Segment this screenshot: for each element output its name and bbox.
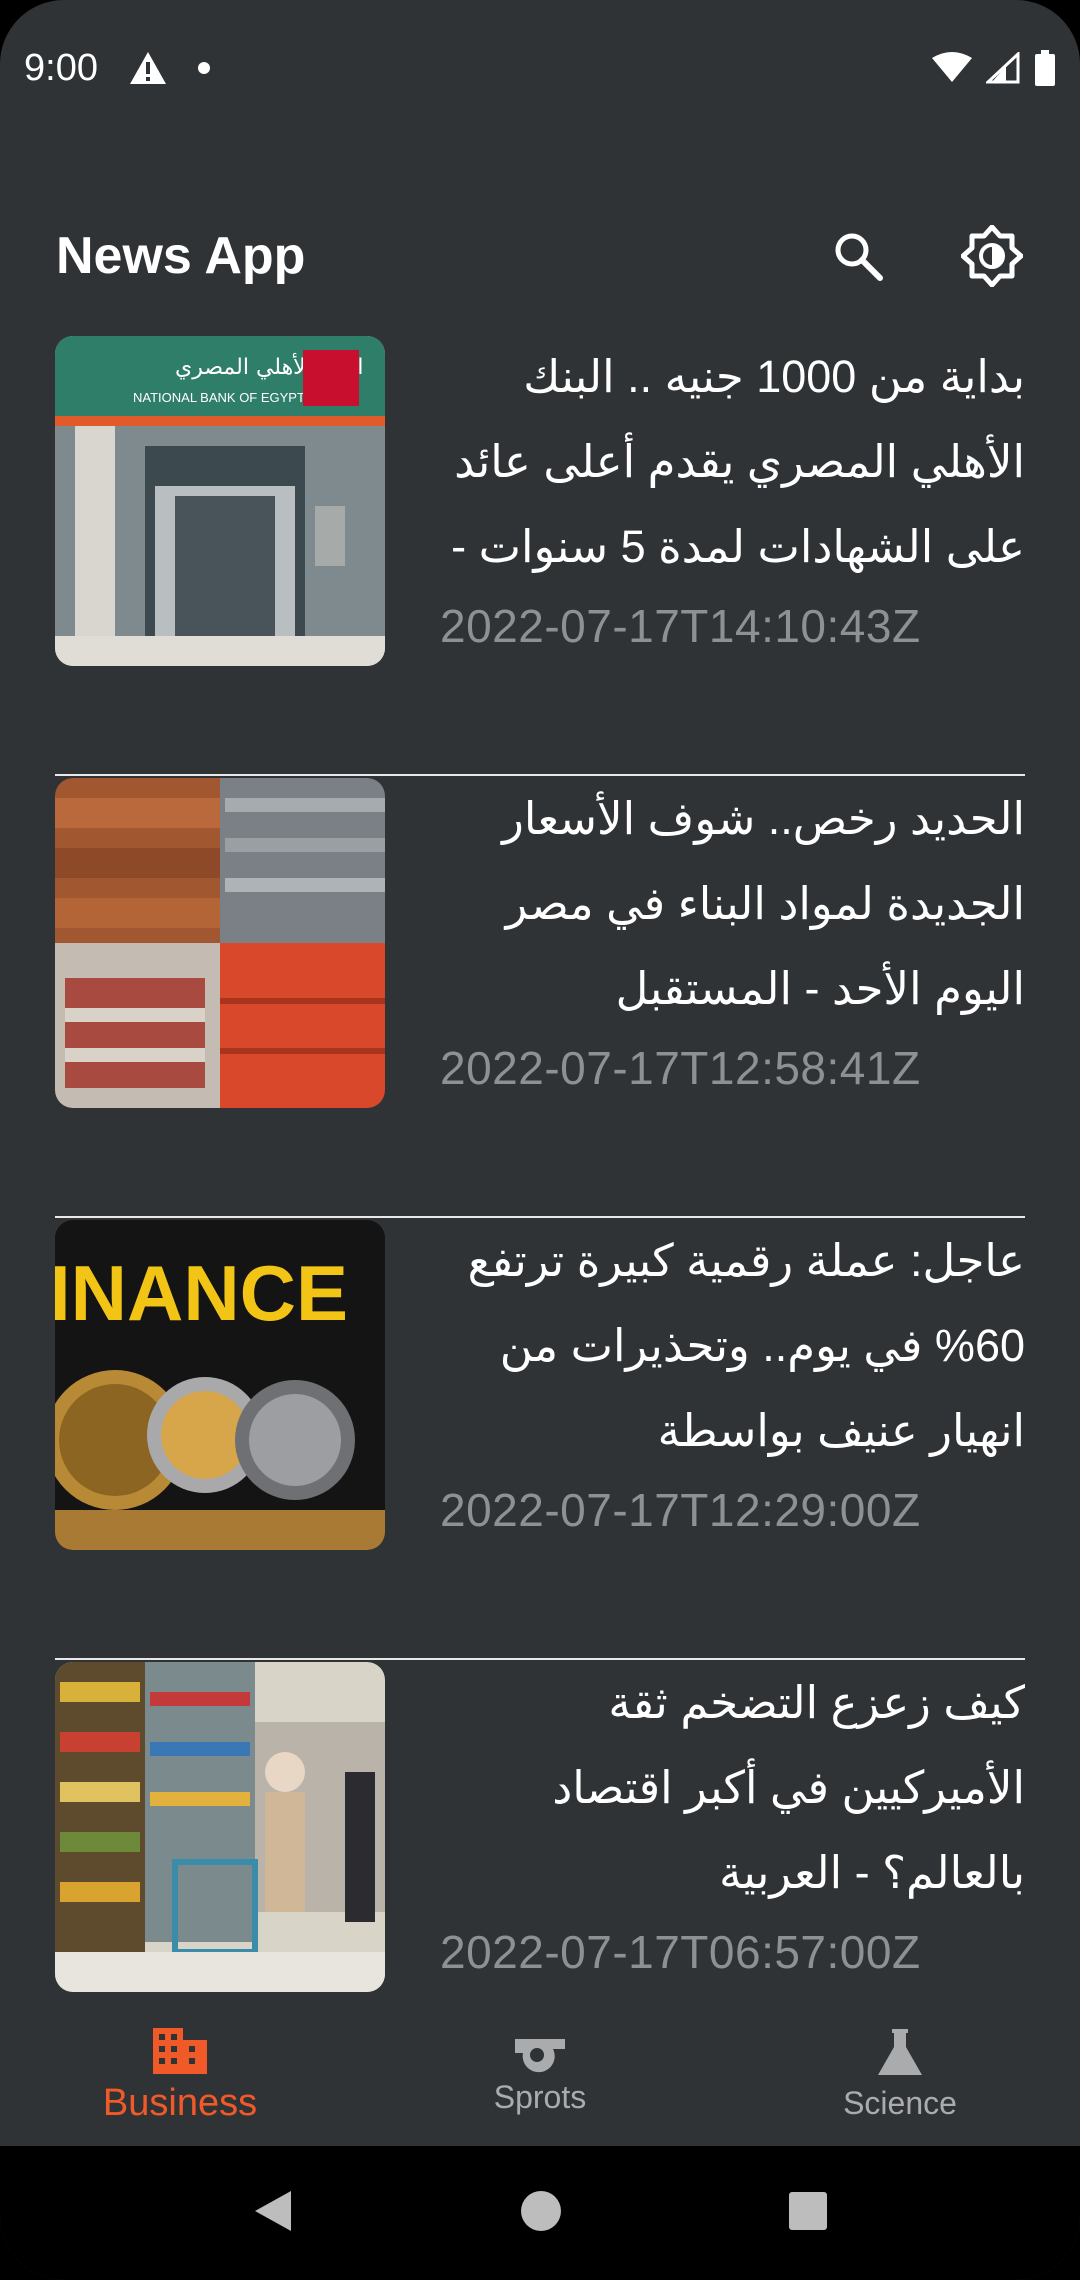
news-thumbnail (55, 778, 385, 1108)
nav-label: Science (843, 2084, 957, 2121)
news-date: 2022-07-17T14:10:43Z (440, 600, 921, 652)
news-list: البنك الأهلي المصري NATIONAL BANK OF EGY… (55, 334, 1025, 2102)
status-bar: 9:00 (0, 0, 1080, 136)
status-time: 9:00 (24, 46, 98, 89)
nav-item-business[interactable]: Business (0, 2002, 360, 2146)
news-title: بداية من 1000 جنيه .. البنك الأهلي المصر… (451, 351, 1025, 572)
whistle-icon (515, 2038, 565, 2072)
news-thumbnail: INANCE (55, 1220, 385, 1550)
recents-icon (788, 2191, 827, 2230)
thumb-caption: INANCE (55, 1249, 348, 1337)
thumb-caption-en: NATIONAL BANK OF EGYPT (133, 390, 305, 405)
home-button[interactable] (518, 2188, 564, 2239)
brightness-icon (961, 225, 1023, 287)
back-button[interactable] (251, 2187, 295, 2240)
nav-item-sports[interactable]: Sprots (360, 2002, 720, 2146)
theme-toggle-button[interactable] (960, 224, 1024, 288)
app-bar: News App (0, 196, 1080, 316)
flask-icon (878, 2028, 922, 2075)
nav-item-science[interactable]: Science (720, 2002, 1080, 2146)
home-icon (520, 2190, 561, 2231)
notification-dot-icon (197, 62, 210, 74)
app-title: News App (56, 227, 306, 285)
news-title: الحديد رخص.. شوف الأسعار الجديدة لمواد ا… (502, 793, 1025, 1014)
building-icon (153, 2027, 207, 2074)
back-icon (255, 2190, 292, 2231)
news-item[interactable]: الحديد رخص.. شوف الأسعار الجديدة لمواد ا… (55, 776, 1025, 1218)
phone-screen: 9:00 News App البنك الأهلي المصري NATION… (0, 0, 1080, 2280)
signal-icon (986, 52, 1020, 84)
news-item[interactable]: INANCE عاجل: عملة رقمية كبيرة ترتفع 60% … (55, 1218, 1025, 1660)
nav-label: Sprots (493, 2078, 587, 2115)
news-item[interactable]: البنك الأهلي المصري NATIONAL BANK OF EGY… (55, 334, 1025, 776)
news-thumbnail (55, 1662, 385, 1992)
news-date: 2022-07-17T12:58:41Z (440, 1042, 921, 1094)
nav-label: Business (102, 2081, 258, 2124)
news-date: 2022-07-17T12:29:00Z (440, 1484, 921, 1536)
wifi-icon (932, 52, 972, 82)
news-title: كيف زعزع التضخم ثقة الأميركيين في أكبر ا… (552, 1677, 1025, 1898)
search-icon (835, 233, 883, 281)
warning-icon (129, 52, 166, 84)
news-title: عاجل: عملة رقمية كبيرة ترتفع 60% في يوم.… (467, 1235, 1025, 1456)
recents-button[interactable] (787, 2190, 829, 2237)
search-button[interactable] (826, 224, 890, 288)
news-date: 2022-07-17T06:57:00Z (440, 1926, 921, 1978)
news-thumbnail: البنك الأهلي المصري NATIONAL BANK OF EGY… (55, 336, 385, 666)
battery-icon (1035, 50, 1055, 86)
system-navigation-bar (0, 2146, 1080, 2280)
bottom-navigation: Business Sprots Science (0, 2002, 1080, 2146)
